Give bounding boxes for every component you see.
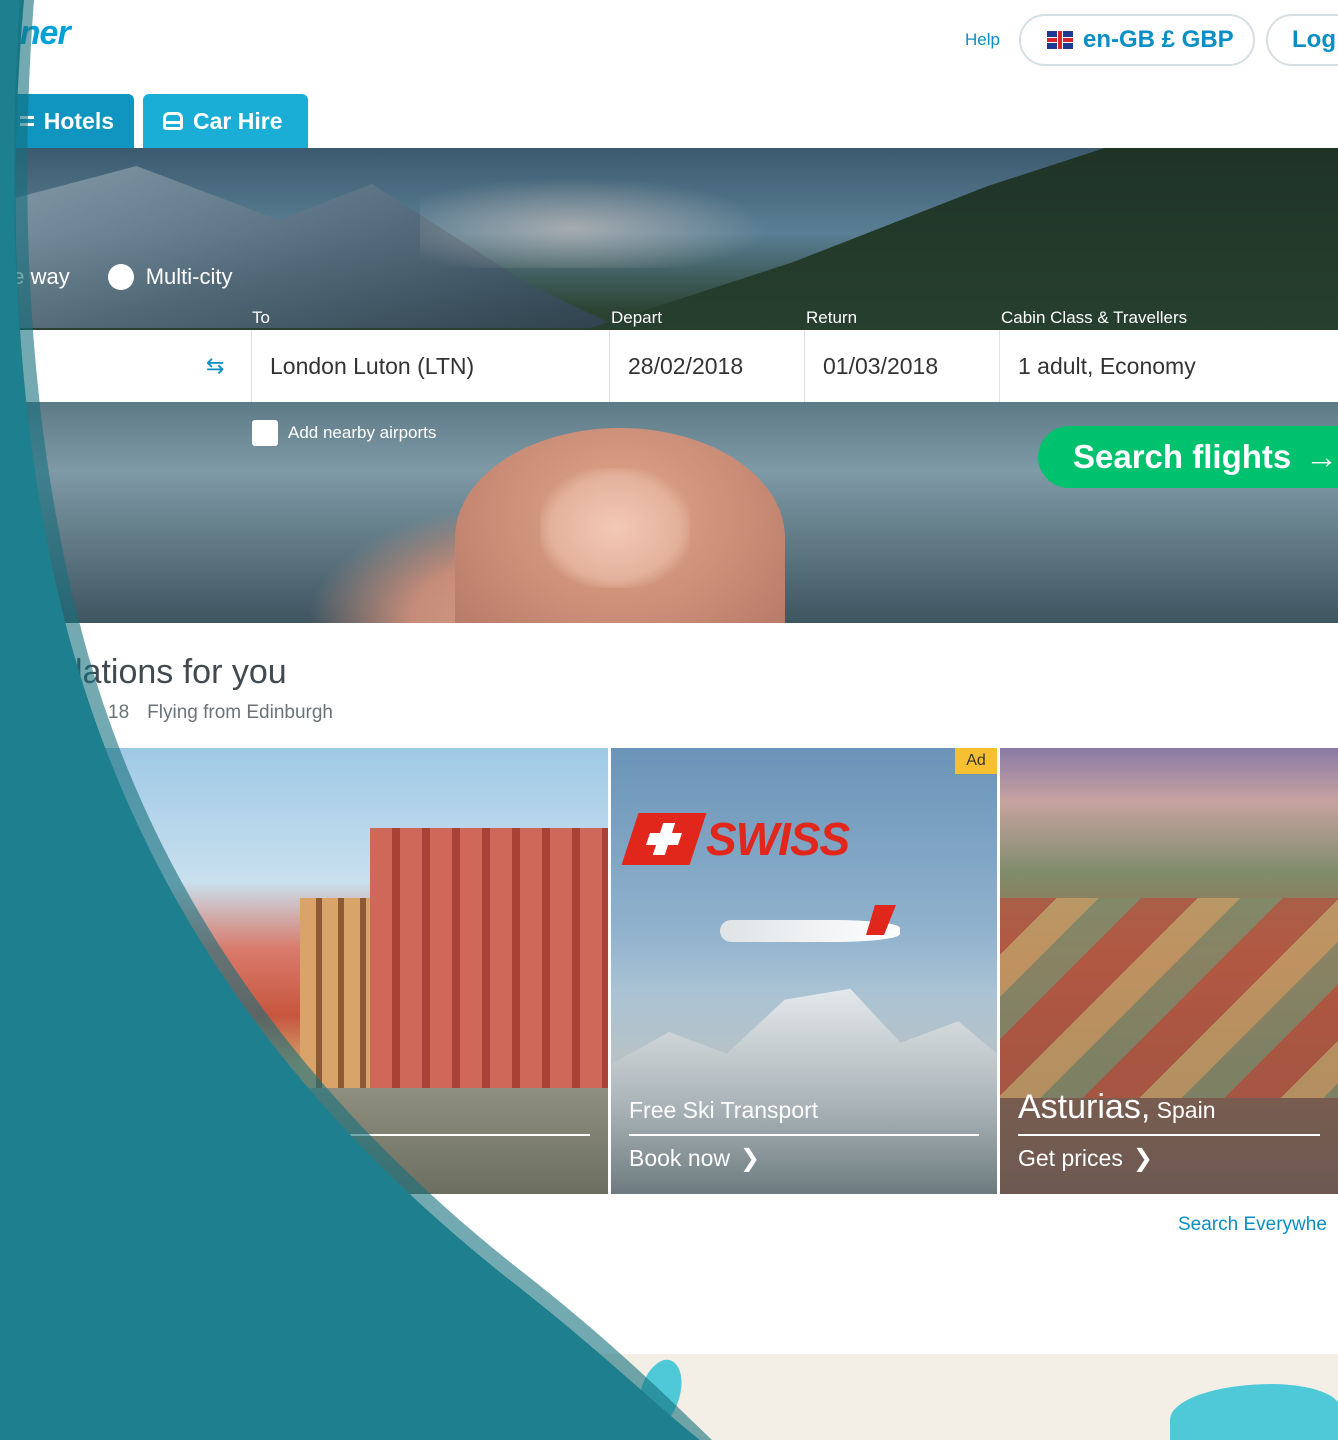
tab-hotels[interactable]: Hotels [0,94,134,148]
swiss-brand-text: SWISS [706,813,850,865]
card-building [370,828,608,1128]
search-bar: ⇆ London Luton (LTN) 28/02/2018 01/03/20… [0,330,1338,402]
subtitle-date: 18 [108,702,130,723]
card-water [0,1088,608,1194]
logo[interactable]: nner [0,14,71,53]
city-name: Asturias, [1018,1088,1151,1126]
destination-name: Asturias, Spain [1018,1088,1215,1127]
map-water [1170,1384,1338,1440]
card-divider [1018,1134,1320,1136]
get-prices-label: Get prices [1018,1145,1123,1171]
multi-city-radio-label[interactable]: Multi-city [146,264,233,290]
to-field[interactable]: London Luton (LTN) [252,330,610,402]
tab-hotels-label: Hotels [43,107,114,134]
login-button[interactable]: Log [1266,14,1338,66]
chevron-right-icon: ❯ [1132,1145,1153,1172]
depart-label: Depart [611,308,663,327]
login-label: Log [1292,26,1336,53]
swiss-flag-icon [621,813,707,865]
trip-type-options: ne way Multi-city [0,264,233,290]
section-subtitle: 18 Flying from Edinburgh [108,702,333,724]
card-town-image [1000,898,1338,1098]
card-divider [629,1134,979,1136]
to-label: To [252,308,270,327]
help-link[interactable]: Help [965,30,1000,50]
subtitle-origin: Flying from Edinburgh [147,702,334,723]
nearby-airports-checkbox[interactable] [252,420,278,446]
hero-clouds [420,168,800,268]
book-now-label: Book now [629,1145,731,1171]
arrow-right-icon: → [1305,438,1338,475]
get-prices-link[interactable]: Get prices ❯ [1018,1144,1153,1173]
cabin-label: Cabin Class & Travellers [1001,308,1188,327]
cabin-travellers-field[interactable]: 1 adult, Economy [1000,330,1338,402]
hero-hands [540,468,690,588]
locale-currency-button[interactable]: en-GB £ GBP [1019,14,1255,66]
destination-card-asturias[interactable]: Asturias, Spain Get prices ❯ [1000,748,1338,1194]
depart-field[interactable]: 28/02/2018 [610,330,805,402]
nearby-airports-label: Add nearby airports [288,423,437,442]
search-everywhere-link[interactable]: Search Everywhe [1178,1214,1327,1236]
car-icon [163,112,183,130]
from-field[interactable]: ⇆ [0,330,252,402]
card-divider [320,1134,590,1136]
multi-city-radio[interactable] [107,264,134,290]
hero-search-panel: ne way Multi-city To Depart Return Cabin… [0,148,1338,623]
uk-flag-icon [1047,31,1073,49]
book-now-link[interactable]: Book now ❯ [629,1144,760,1173]
return-label: Return [806,308,858,327]
map-water [627,1353,693,1435]
ad-card-title: Free Ski Transport [629,1097,819,1123]
section-title: lations for you [75,653,287,691]
ad-badge: Ad [955,748,997,774]
search-field-labels: To Depart Return Cabin Class & Traveller… [0,306,1338,330]
tab-car-hire[interactable]: Car Hire [143,94,308,148]
swap-icon[interactable]: ⇆ [206,353,224,379]
map-strip [0,1353,1338,1440]
bed-icon [20,116,34,126]
destination-card[interactable] [0,748,608,1194]
swiss-logo: SWISS [621,812,850,866]
search-flights-button[interactable]: Search flights → [1038,426,1338,488]
search-flights-label: Search flights [1073,438,1292,475]
locale-label: en-GB £ GBP [1083,26,1234,53]
chevron-right-icon: ❯ [740,1145,761,1172]
country-name: Spain [1156,1097,1216,1123]
one-way-radio-label[interactable]: ne way [0,264,70,290]
return-field[interactable]: 01/03/2018 [805,330,1000,402]
tab-car-hire-label: Car Hire [193,107,283,134]
nearby-airports-option[interactable]: Add nearby airports [252,420,436,446]
